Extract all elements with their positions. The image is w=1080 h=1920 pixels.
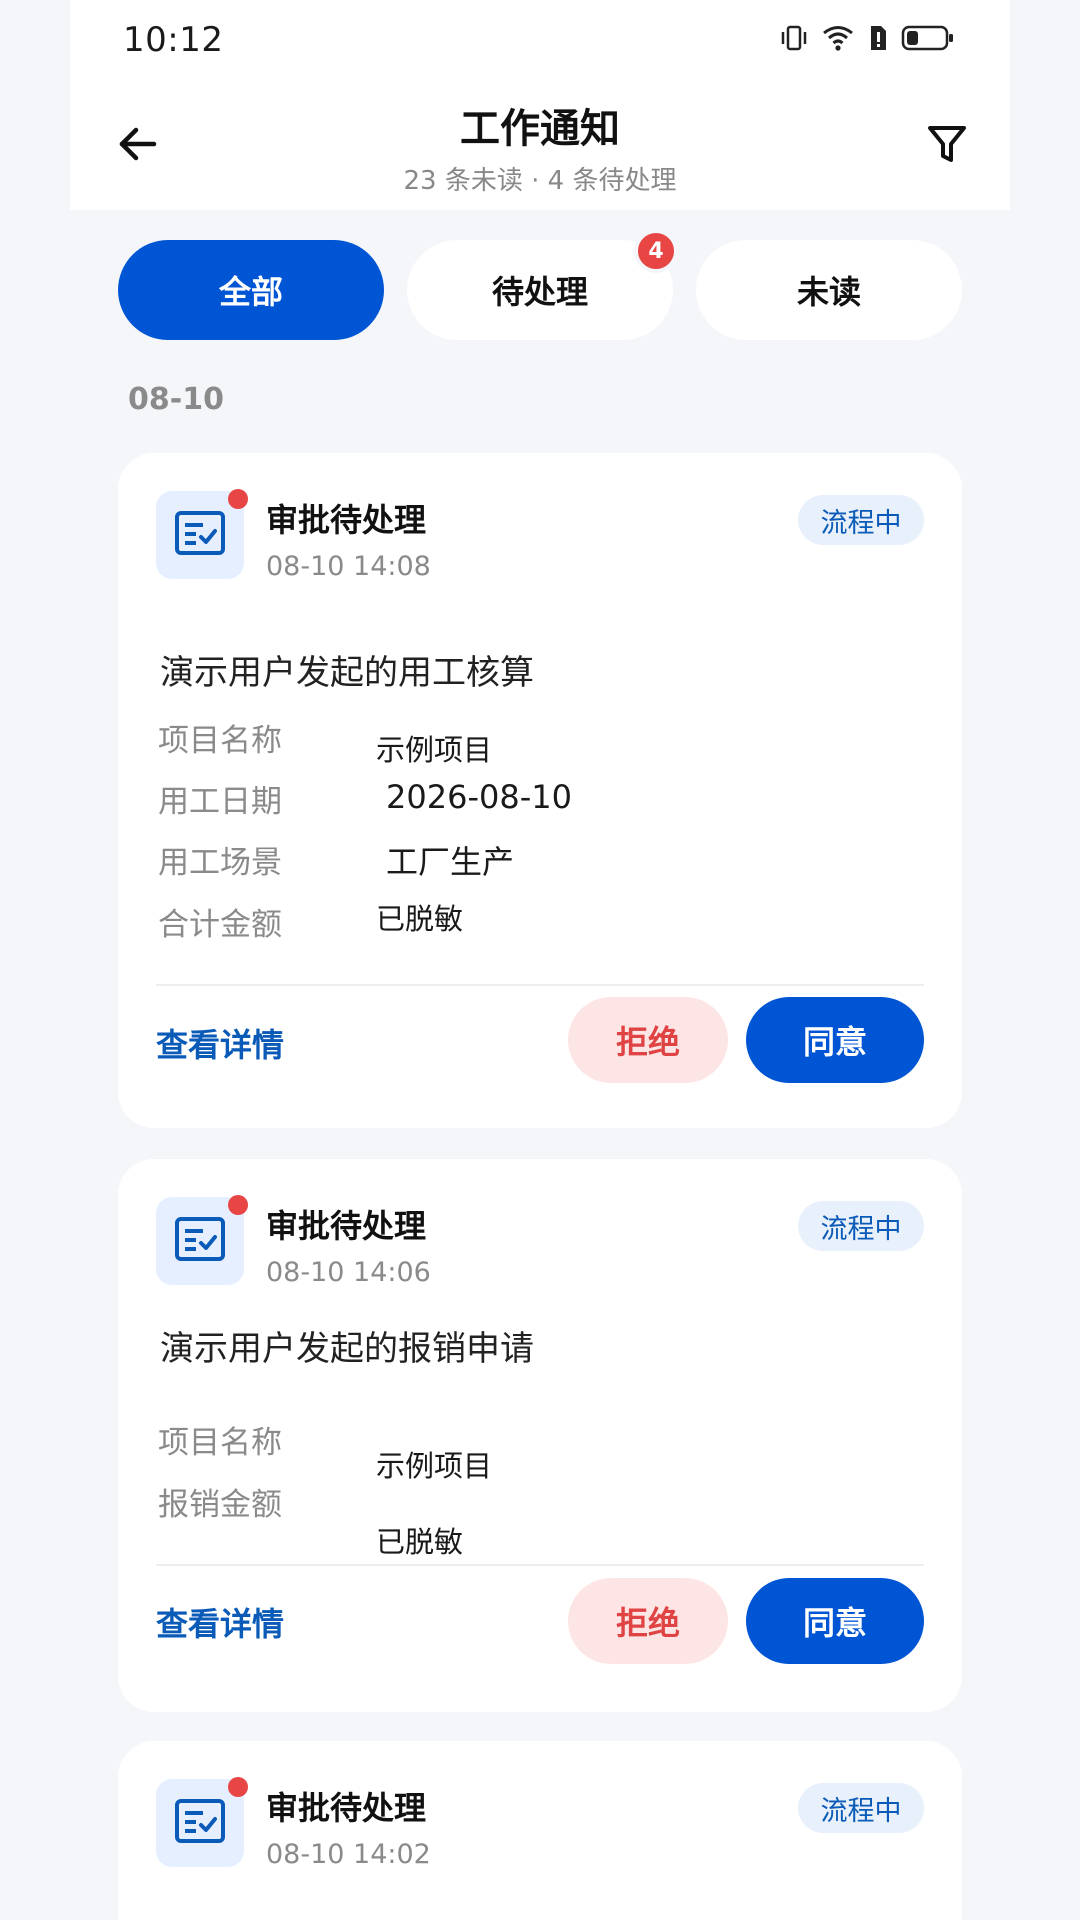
- field-label: 合计金额: [158, 907, 282, 943]
- vibrate-icon: [779, 23, 809, 57]
- battery-icon: [901, 23, 955, 57]
- status-time: 10:12: [123, 20, 224, 60]
- page-subtitle: 23 条未读 · 4 条待处理: [403, 166, 677, 196]
- notification-card[interactable]: 审批待处理 08-10 14:02 流程中: [118, 1741, 962, 1920]
- field-label: 报销金额: [158, 1487, 282, 1523]
- status-badge: 流程中: [798, 1783, 924, 1833]
- unread-dot: [228, 489, 248, 509]
- field-label: 项目名称: [158, 1425, 282, 1461]
- tab-label: 未读: [796, 273, 861, 311]
- reject-button[interactable]: 拒绝: [568, 997, 728, 1083]
- view-details-link[interactable]: 查看详情: [156, 1020, 284, 1066]
- date-group-label: 08-10: [128, 382, 224, 417]
- filter-button[interactable]: [919, 118, 975, 174]
- unread-dot: [228, 1195, 248, 1215]
- card-time: 08-10 14:08: [266, 551, 431, 582]
- approval-form-icon: [174, 1798, 226, 1848]
- field-label: 用工日期: [158, 784, 282, 820]
- card-type: 审批待处理: [266, 1207, 427, 1245]
- card-type: 审批待处理: [266, 1789, 427, 1827]
- page: 10:12 工作通知 23 条未读 · 4 条待处理 全部 待处理 4 未读 0…: [0, 0, 1080, 1920]
- field-value: 示例项目: [376, 1449, 493, 1483]
- approval-form-icon: [174, 1216, 226, 1266]
- card-time: 08-10 14:02: [266, 1839, 431, 1870]
- notification-card[interactable]: 审批待处理 08-10 14:08 流程中 演示用户发起的用工核算 项目名称 示…: [118, 453, 962, 1128]
- notification-card[interactable]: 审批待处理 08-10 14:06 流程中 演示用户发起的报销申请 项目名称 示…: [118, 1159, 962, 1712]
- view-details-link[interactable]: 查看详情: [156, 1599, 284, 1645]
- approve-button[interactable]: 同意: [746, 997, 924, 1083]
- pending-count-badge: 4: [634, 229, 678, 273]
- field-value: 示例项目: [376, 733, 493, 767]
- tab-all[interactable]: 全部: [118, 240, 384, 340]
- tab-pending[interactable]: 待处理 4: [407, 229, 678, 340]
- card-type: 审批待处理: [266, 501, 427, 539]
- card-time: 08-10 14:06: [266, 1257, 431, 1288]
- tab-label: 待处理: [491, 273, 588, 311]
- field-value: 2026-08-10: [386, 778, 572, 816]
- field-value: 已脱敏: [376, 1525, 464, 1559]
- tab-label: 全部: [218, 273, 283, 311]
- field-value: 工厂生产: [386, 843, 515, 881]
- tab-unread[interactable]: 未读: [696, 240, 962, 340]
- field-label: 用工场景: [158, 845, 282, 881]
- card-title: 演示用户发起的用工核算: [160, 653, 534, 693]
- status-badge: 流程中: [798, 495, 924, 545]
- card-title: 演示用户发起的报销申请: [160, 1329, 534, 1369]
- status-badge: 流程中: [798, 1201, 924, 1251]
- top-bar: 10:12 工作通知 23 条未读 · 4 条待处理: [70, 0, 1010, 210]
- status-icons: [779, 22, 955, 58]
- divider: [156, 1564, 924, 1566]
- unread-dot: [228, 1777, 248, 1797]
- divider: [156, 984, 924, 986]
- page-title: 工作通知: [460, 106, 620, 152]
- reject-button[interactable]: 拒绝: [568, 1578, 728, 1664]
- field-value: 已脱敏: [376, 902, 464, 936]
- wifi-icon: [821, 23, 855, 57]
- filter-icon: [925, 122, 969, 170]
- field-label: 项目名称: [158, 723, 282, 759]
- battery-alert-icon: [867, 23, 889, 57]
- approval-form-icon: [174, 510, 226, 560]
- approve-button[interactable]: 同意: [746, 1578, 924, 1664]
